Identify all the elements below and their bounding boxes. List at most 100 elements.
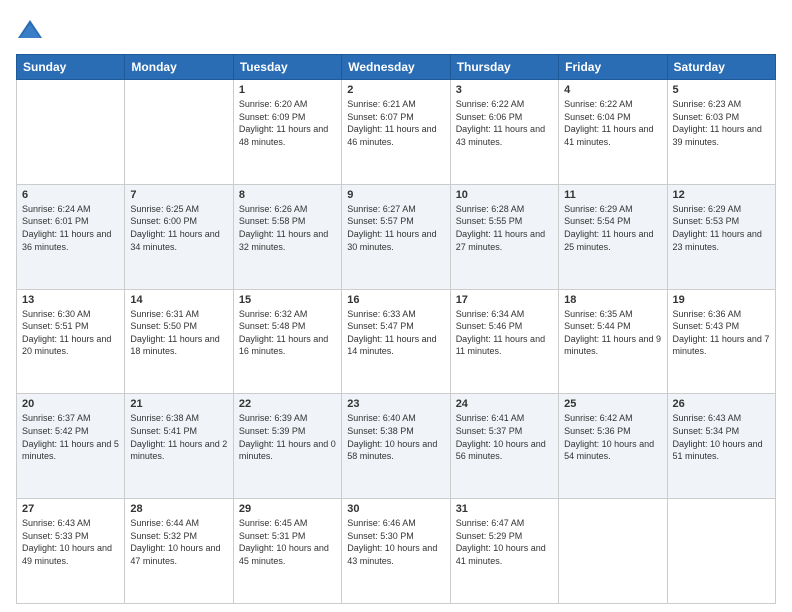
cell-content: Sunrise: 6:33 AM Sunset: 5:47 PM Dayligh…: [347, 308, 444, 358]
table-cell: 24Sunrise: 6:41 AM Sunset: 5:37 PM Dayli…: [450, 394, 558, 499]
table-cell: 3 Sunrise: 6:22 AM Sunset: 6:06 PM Daylig…: [450, 80, 558, 185]
cell-content: Sunrise: 6:28 AM Sunset: 5:55 PM Dayligh…: [456, 203, 553, 253]
cell-content: Sunrise: 6:21 AM Sunset: 6:07 PM Dayligh…: [347, 98, 444, 148]
day-number: 5: [673, 84, 770, 96]
cell-content: Sunrise: 6:43 AM Sunset: 5:33 PM Dayligh…: [22, 517, 119, 567]
cell-content: Sunrise: 6:42 AM Sunset: 5:36 PM Dayligh…: [564, 412, 661, 462]
table-cell: 17 Sunrise: 6:34 AM Sunset: 5:46 PM Dayli…: [450, 289, 558, 394]
table-cell: [17, 80, 125, 185]
day-number: 15: [239, 294, 336, 306]
week-row-2: 6Sunrise: 6:24 AM Sunset: 6:01 PM Daylig…: [17, 184, 776, 289]
table-cell: 31Sunrise: 6:47 AM Sunset: 5:29 PM Dayli…: [450, 499, 558, 604]
cell-content: Sunrise: 6:44 AM Sunset: 5:32 PM Dayligh…: [130, 517, 227, 567]
cell-content: Sunrise: 6:47 AM Sunset: 5:29 PM Dayligh…: [456, 517, 553, 567]
cell-content: Sunrise: 6:39 AM Sunset: 5:39 PM Dayligh…: [239, 412, 336, 462]
header-day-wednesday: Wednesday: [342, 55, 450, 80]
cell-content: Sunrise: 6:37 AM Sunset: 5:42 PM Dayligh…: [22, 412, 119, 462]
cell-content: Sunrise: 6:29 AM Sunset: 5:53 PM Dayligh…: [673, 203, 770, 253]
cell-content: Sunrise: 6:32 AM Sunset: 5:48 PM Dayligh…: [239, 308, 336, 358]
table-cell: 29 Sunrise: 6:45 AM Sunset: 5:31 PM Dayli…: [233, 499, 341, 604]
day-number: 16: [347, 294, 444, 306]
table-cell: 19Sunrise: 6:36 AM Sunset: 5:43 PM Dayli…: [667, 289, 775, 394]
cell-content: Sunrise: 6:38 AM Sunset: 5:41 PM Dayligh…: [130, 412, 227, 462]
cell-content: Sunrise: 6:22 AM Sunset: 6:04 PM Dayligh…: [564, 98, 661, 148]
table-cell: 16 Sunrise: 6:33 AM Sunset: 5:47 PM Dayli…: [342, 289, 450, 394]
table-cell: 21 Sunrise: 6:38 AM Sunset: 5:41 PM Dayli…: [125, 394, 233, 499]
table-cell: [667, 499, 775, 604]
table-cell: [559, 499, 667, 604]
week-row-1: 1 Sunrise: 6:20 AM Sunset: 6:09 PM Daylig…: [17, 80, 776, 185]
page: SundayMondayTuesdayWednesdayThursdayFrid…: [0, 0, 792, 612]
header-day-tuesday: Tuesday: [233, 55, 341, 80]
table-cell: [125, 80, 233, 185]
day-number: 8: [239, 189, 336, 201]
table-cell: 11 Sunrise: 6:29 AM Sunset: 5:54 PM Dayli…: [559, 184, 667, 289]
table-cell: 27 Sunrise: 6:43 AM Sunset: 5:33 PM Dayli…: [17, 499, 125, 604]
table-cell: 20 Sunrise: 6:37 AM Sunset: 5:42 PM Dayli…: [17, 394, 125, 499]
day-number: 9: [347, 189, 444, 201]
day-number: 26: [673, 398, 770, 410]
day-number: 21: [130, 398, 227, 410]
header-day-monday: Monday: [125, 55, 233, 80]
cell-content: Sunrise: 6:26 AM Sunset: 5:58 PM Dayligh…: [239, 203, 336, 253]
day-number: 25: [564, 398, 661, 410]
cell-content: Sunrise: 6:31 AM Sunset: 5:50 PM Dayligh…: [130, 308, 227, 358]
day-number: 19: [673, 294, 770, 306]
table-cell: 4 Sunrise: 6:22 AM Sunset: 6:04 PM Daylig…: [559, 80, 667, 185]
cell-content: Sunrise: 6:46 AM Sunset: 5:30 PM Dayligh…: [347, 517, 444, 567]
cell-content: Sunrise: 6:30 AM Sunset: 5:51 PM Dayligh…: [22, 308, 119, 358]
day-number: 4: [564, 84, 661, 96]
table-cell: 30 Sunrise: 6:46 AM Sunset: 5:30 PM Dayli…: [342, 499, 450, 604]
table-cell: 22 Sunrise: 6:39 AM Sunset: 5:39 PM Dayli…: [233, 394, 341, 499]
cell-content: Sunrise: 6:22 AM Sunset: 6:06 PM Dayligh…: [456, 98, 553, 148]
week-row-5: 27 Sunrise: 6:43 AM Sunset: 5:33 PM Dayli…: [17, 499, 776, 604]
header-day-sunday: Sunday: [17, 55, 125, 80]
table-cell: 28 Sunrise: 6:44 AM Sunset: 5:32 PM Dayli…: [125, 499, 233, 604]
cell-content: Sunrise: 6:45 AM Sunset: 5:31 PM Dayligh…: [239, 517, 336, 567]
header-day-saturday: Saturday: [667, 55, 775, 80]
cell-content: Sunrise: 6:29 AM Sunset: 5:54 PM Dayligh…: [564, 203, 661, 253]
table-cell: 18Sunrise: 6:35 AM Sunset: 5:44 PM Dayli…: [559, 289, 667, 394]
day-number: 7: [130, 189, 227, 201]
day-number: 28: [130, 503, 227, 515]
table-cell: 2 Sunrise: 6:21 AM Sunset: 6:07 PM Daylig…: [342, 80, 450, 185]
cell-content: Sunrise: 6:25 AM Sunset: 6:00 PM Dayligh…: [130, 203, 227, 253]
calendar-body: 1 Sunrise: 6:20 AM Sunset: 6:09 PM Daylig…: [17, 80, 776, 604]
logo: [16, 16, 48, 44]
day-number: 20: [22, 398, 119, 410]
table-cell: 6Sunrise: 6:24 AM Sunset: 6:01 PM Daylig…: [17, 184, 125, 289]
cell-content: Sunrise: 6:34 AM Sunset: 5:46 PM Dayligh…: [456, 308, 553, 358]
day-number: 22: [239, 398, 336, 410]
table-cell: 25 Sunrise: 6:42 AM Sunset: 5:36 PM Dayli…: [559, 394, 667, 499]
week-row-3: 13Sunrise: 6:30 AM Sunset: 5:51 PM Dayli…: [17, 289, 776, 394]
day-number: 17: [456, 294, 553, 306]
table-cell: 9 Sunrise: 6:27 AM Sunset: 5:57 PM Daylig…: [342, 184, 450, 289]
table-cell: 10Sunrise: 6:28 AM Sunset: 5:55 PM Dayli…: [450, 184, 558, 289]
cell-content: Sunrise: 6:24 AM Sunset: 6:01 PM Dayligh…: [22, 203, 119, 253]
table-cell: 23 Sunrise: 6:40 AM Sunset: 5:38 PM Dayli…: [342, 394, 450, 499]
day-number: 14: [130, 294, 227, 306]
day-number: 30: [347, 503, 444, 515]
cell-content: Sunrise: 6:27 AM Sunset: 5:57 PM Dayligh…: [347, 203, 444, 253]
cell-content: Sunrise: 6:40 AM Sunset: 5:38 PM Dayligh…: [347, 412, 444, 462]
table-cell: 26 Sunrise: 6:43 AM Sunset: 5:34 PM Dayli…: [667, 394, 775, 499]
day-number: 23: [347, 398, 444, 410]
cell-content: Sunrise: 6:20 AM Sunset: 6:09 PM Dayligh…: [239, 98, 336, 148]
table-cell: 5Sunrise: 6:23 AM Sunset: 6:03 PM Daylig…: [667, 80, 775, 185]
day-number: 1: [239, 84, 336, 96]
table-cell: 8 Sunrise: 6:26 AM Sunset: 5:58 PM Daylig…: [233, 184, 341, 289]
calendar-header: SundayMondayTuesdayWednesdayThursdayFrid…: [17, 55, 776, 80]
days-of-week-row: SundayMondayTuesdayWednesdayThursdayFrid…: [17, 55, 776, 80]
cell-content: Sunrise: 6:41 AM Sunset: 5:37 PM Dayligh…: [456, 412, 553, 462]
table-cell: 15 Sunrise: 6:32 AM Sunset: 5:48 PM Dayli…: [233, 289, 341, 394]
day-number: 3: [456, 84, 553, 96]
cell-content: Sunrise: 6:43 AM Sunset: 5:34 PM Dayligh…: [673, 412, 770, 462]
table-cell: 14 Sunrise: 6:31 AM Sunset: 5:50 PM Dayli…: [125, 289, 233, 394]
day-number: 29: [239, 503, 336, 515]
header-day-friday: Friday: [559, 55, 667, 80]
day-number: 2: [347, 84, 444, 96]
logo-icon: [16, 16, 44, 44]
day-number: 27: [22, 503, 119, 515]
day-number: 11: [564, 189, 661, 201]
table-cell: 7 Sunrise: 6:25 AM Sunset: 6:00 PM Daylig…: [125, 184, 233, 289]
